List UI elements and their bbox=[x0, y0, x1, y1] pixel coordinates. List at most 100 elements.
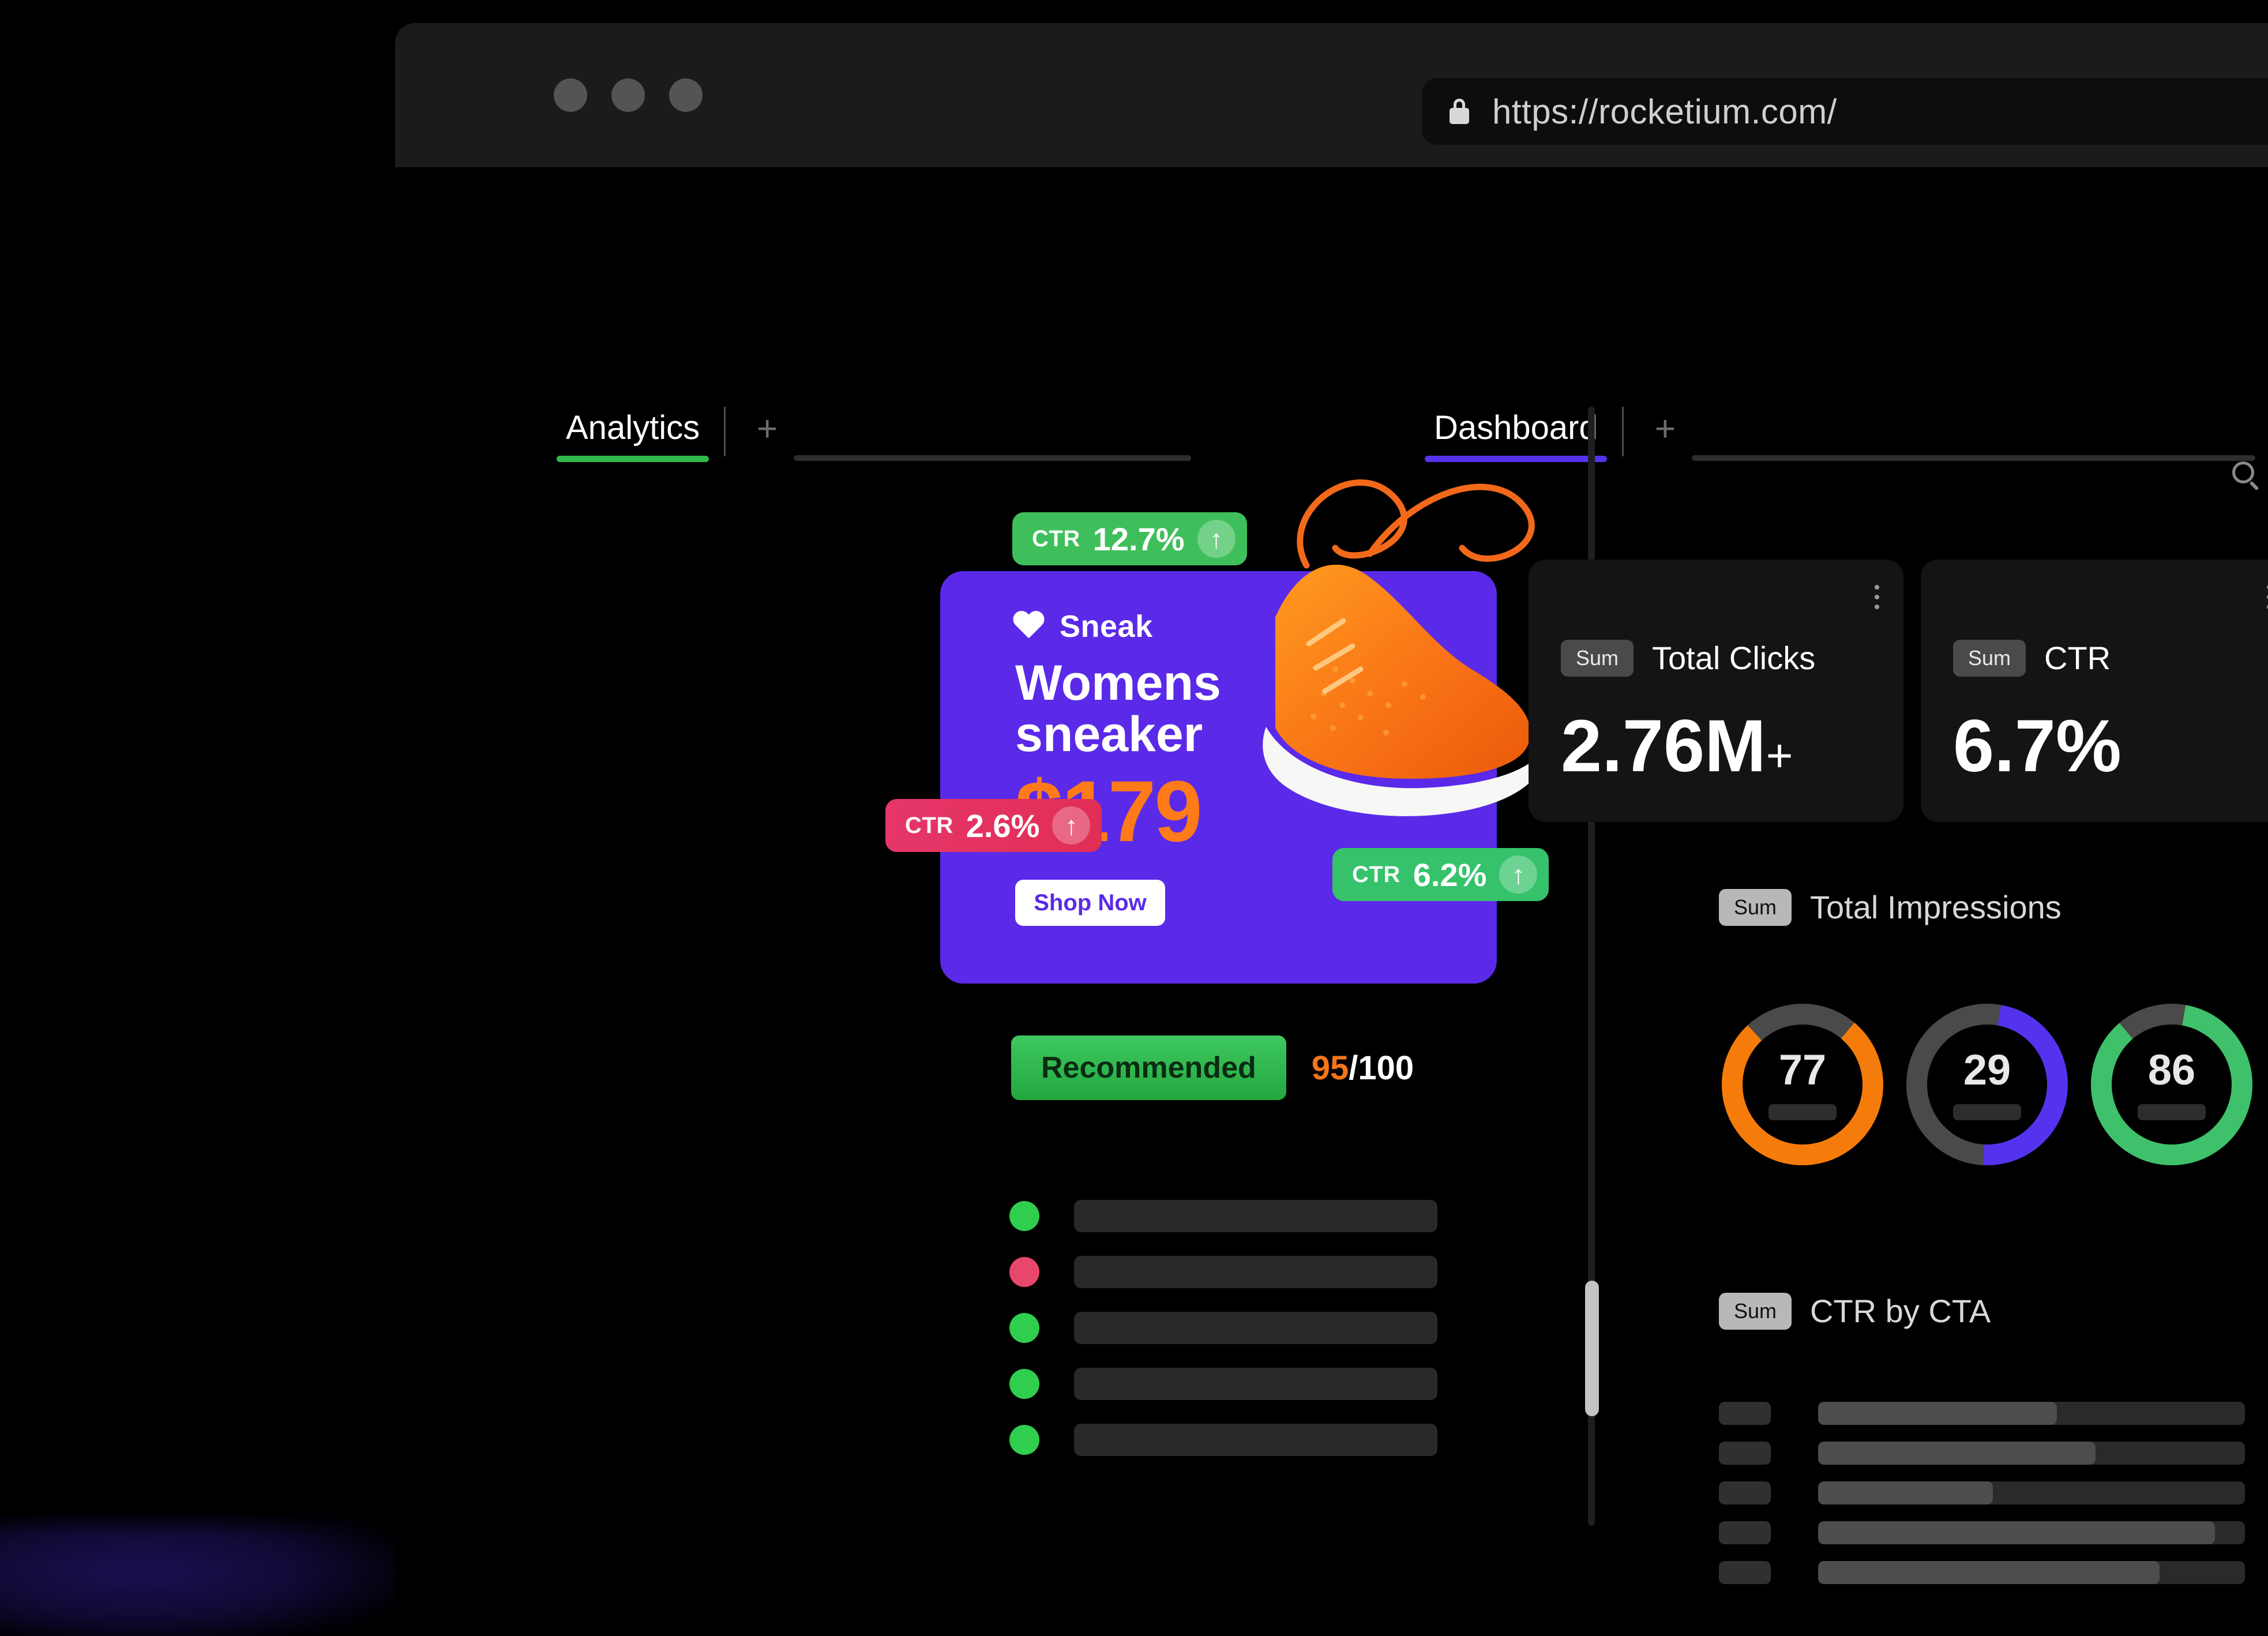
recommended-badge[interactable]: Recommended bbox=[1011, 1035, 1286, 1100]
brand-name: Sneak bbox=[1060, 609, 1153, 644]
creative-list bbox=[1009, 1200, 1437, 1456]
trend-up-icon: ↑ bbox=[1197, 520, 1236, 558]
aggregation-chip[interactable]: Sum bbox=[1953, 639, 2026, 677]
kpi-title: CTR bbox=[2044, 640, 2111, 676]
score-total: /100 bbox=[1349, 1049, 1414, 1087]
gauge-center: 77 bbox=[1743, 1025, 1863, 1145]
list-item[interactable] bbox=[1009, 1312, 1437, 1344]
kpi-header: Sum CTR bbox=[1953, 639, 2111, 677]
gauge-29[interactable]: 29 bbox=[1906, 1004, 2068, 1165]
close-window-button[interactable] bbox=[554, 78, 587, 112]
tab-analytics[interactable]: Analytics bbox=[557, 408, 709, 462]
ctr-badge-label: CTR bbox=[905, 812, 953, 838]
list-item-placeholder bbox=[1074, 1424, 1437, 1456]
gauge-77[interactable]: 77 bbox=[1722, 1004, 1883, 1165]
impressions-gauge-group: 77 29 86 bbox=[1722, 1004, 2252, 1165]
browser-toolbar: https://rocketium.com/ bbox=[395, 23, 2268, 167]
bar-track bbox=[1818, 1402, 2245, 1425]
ad-headline-line1: Womens bbox=[1015, 655, 1221, 711]
background-glow bbox=[0, 1523, 404, 1636]
add-analytics-tab-button[interactable]: + bbox=[741, 408, 794, 462]
kpi-value: 6.7% bbox=[1953, 705, 2121, 787]
address-bar[interactable]: https://rocketium.com/ bbox=[1422, 78, 2268, 145]
status-dot bbox=[1009, 1369, 1039, 1399]
minimize-window-button[interactable] bbox=[611, 78, 645, 112]
search-button[interactable]: Search bbox=[2232, 459, 2268, 486]
ctr-badge-top: CTR 12.7% ↑ bbox=[1012, 512, 1247, 565]
ad-creative-card[interactable]: Sneak Womens sneaker $179 Shop Now bbox=[940, 571, 1497, 984]
ad-headline: Womens sneaker bbox=[1015, 655, 1221, 761]
score-value: 95 bbox=[1311, 1049, 1349, 1087]
widget-title: Total Impressions bbox=[1810, 889, 2062, 925]
table-row[interactable] bbox=[1719, 1481, 2245, 1504]
tab-dashboard-underline bbox=[1425, 456, 1607, 462]
gauge-center: 86 bbox=[2112, 1025, 2232, 1145]
browser-window: https://rocketium.com/ Analytics + Dashb… bbox=[395, 23, 2268, 1604]
ctr-badge-value: 12.7% bbox=[1092, 520, 1185, 557]
status-dot bbox=[1009, 1201, 1039, 1231]
tab-dashboard[interactable]: Dashboard bbox=[1425, 408, 1607, 462]
kpi-title: Total Clicks bbox=[1652, 640, 1816, 676]
row-label-placeholder bbox=[1719, 1481, 1771, 1504]
gauge-86[interactable]: 86 bbox=[2091, 1004, 2252, 1165]
app-content: Analytics + Dashboard + Sneak Womens sne… bbox=[395, 167, 2268, 1604]
kpi-suffix: + bbox=[1766, 730, 1793, 781]
ctr-badge-value: 2.6% bbox=[966, 807, 1040, 844]
table-row[interactable] bbox=[1719, 1442, 2245, 1465]
widget-header-total-impressions: Sum Total Impressions bbox=[1719, 888, 2062, 926]
kpi-header: Sum Total Clicks bbox=[1561, 639, 1815, 677]
table-row[interactable] bbox=[1719, 1521, 2245, 1544]
aggregation-chip[interactable]: Sum bbox=[1719, 1292, 1792, 1330]
kpi-card-total-clicks[interactable]: Sum Total Clicks 2.76M+ bbox=[1529, 560, 1903, 822]
window-traffic-lights[interactable] bbox=[554, 78, 703, 112]
row-label-placeholder bbox=[1719, 1402, 1771, 1425]
aggregation-chip[interactable]: Sum bbox=[1719, 888, 1792, 926]
trend-up-icon: ↑ bbox=[1052, 806, 1091, 845]
trend-up-icon: ↑ bbox=[1499, 855, 1538, 894]
shop-now-button[interactable]: Shop Now bbox=[1015, 880, 1165, 926]
status-dot bbox=[1009, 1257, 1039, 1287]
search-icon bbox=[2232, 461, 2254, 483]
dashboard-tabbar: Dashboard + bbox=[1425, 407, 2255, 462]
row-label-placeholder bbox=[1719, 1521, 1771, 1544]
table-row[interactable] bbox=[1719, 1402, 2245, 1425]
gauge-value: 29 bbox=[1963, 1046, 2011, 1094]
list-item-placeholder bbox=[1074, 1256, 1437, 1288]
list-item[interactable] bbox=[1009, 1368, 1437, 1400]
screenshot-root: https://rocketium.com/ Analytics + Dashb… bbox=[0, 0, 2268, 1636]
vertical-scrollbar-thumb[interactable] bbox=[1585, 1281, 1599, 1416]
ctr-badge-label: CTR bbox=[1032, 526, 1080, 551]
add-dashboard-tab-button[interactable]: + bbox=[1639, 408, 1692, 462]
tab-divider bbox=[1621, 407, 1624, 456]
widget-title: CTR by CTA bbox=[1810, 1293, 1991, 1329]
recommendation-row: Recommended 95/100 bbox=[1011, 1035, 1414, 1100]
aggregation-chip[interactable]: Sum bbox=[1561, 639, 1634, 677]
ctr-badge-value: 6.2% bbox=[1413, 856, 1487, 893]
list-item-placeholder bbox=[1074, 1368, 1437, 1400]
bar-track bbox=[1818, 1442, 2245, 1465]
dashboard-toolbar: Search Filter bbox=[2232, 459, 2268, 486]
tab-divider bbox=[724, 407, 726, 456]
ctr-badge-left: CTR 2.6% ↑ bbox=[885, 799, 1102, 852]
bar-track bbox=[1818, 1521, 2245, 1544]
list-item[interactable] bbox=[1009, 1200, 1437, 1232]
analytics-tabbar-rail bbox=[794, 455, 1191, 461]
gauge-value: 77 bbox=[1778, 1046, 1827, 1094]
list-item-placeholder bbox=[1074, 1312, 1437, 1344]
list-item[interactable] bbox=[1009, 1256, 1437, 1288]
recommendation-score: 95/100 bbox=[1312, 1049, 1414, 1087]
gauge-label-placeholder bbox=[2138, 1104, 2206, 1120]
maximize-window-button[interactable] bbox=[669, 78, 703, 112]
more-vertical-icon[interactable] bbox=[1875, 585, 1879, 609]
heart-icon bbox=[1012, 611, 1045, 641]
list-item[interactable] bbox=[1009, 1424, 1437, 1456]
kpi-card-ctr[interactable]: Sum CTR 6.7% bbox=[1921, 560, 2268, 822]
dashboard-tabbar-rail bbox=[1691, 455, 2255, 461]
analytics-tabbar: Analytics + bbox=[557, 407, 1191, 462]
widget-header-ctr-by-cta: Sum CTR by CTA bbox=[1719, 1292, 1991, 1330]
tab-analytics-label: Analytics bbox=[566, 409, 700, 446]
bar-track bbox=[1818, 1561, 2245, 1584]
table-row[interactable] bbox=[1719, 1561, 2245, 1584]
ctr-badge-label: CTR bbox=[1352, 861, 1400, 887]
lock-icon bbox=[1450, 99, 1469, 124]
